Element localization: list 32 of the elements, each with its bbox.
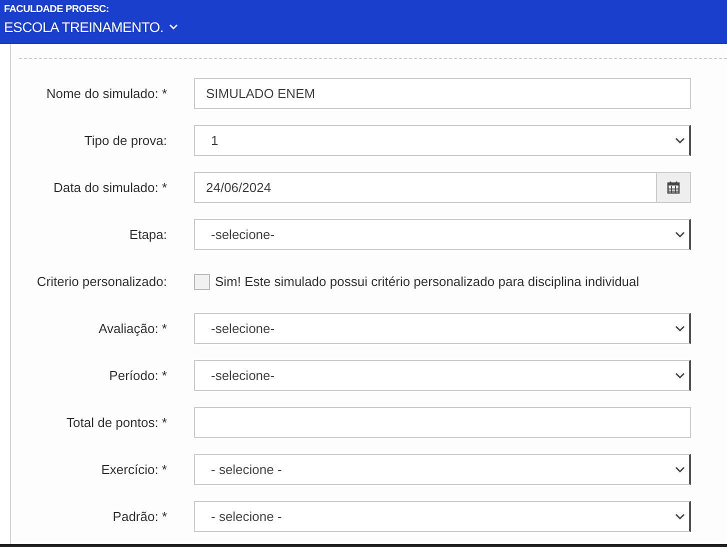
- text-field[interactable]: SIMULADO ENEM: [194, 78, 691, 109]
- select-field[interactable]: -selecione-: [194, 219, 691, 250]
- select-field[interactable]: - selecione -: [194, 501, 691, 532]
- calendar-button[interactable]: [657, 172, 691, 203]
- field-label: Tipo de prova:: [83, 133, 167, 148]
- chevron-icon: [675, 231, 685, 238]
- select-field[interactable]: -selecione-: [194, 313, 691, 344]
- select-field[interactable]: -selecione-: [194, 360, 691, 391]
- checkbox-label: Sim! Este simulado possui critério personalizado para disciplina individual: [215, 274, 640, 289]
- chevron-icon: [675, 466, 685, 473]
- field-label: Total de pontos: *: [66, 415, 167, 430]
- date-field[interactable]: 24/06/2024: [194, 172, 657, 203]
- checkbox[interactable]: [194, 274, 210, 290]
- field-label: Exercício: *: [100, 462, 167, 477]
- select-field[interactable]: - selecione -: [194, 454, 691, 485]
- chevron-icon: [675, 137, 685, 144]
- institution-name: FACULDADE PROESC:: [4, 4, 109, 16]
- text-field[interactable]: [194, 407, 691, 438]
- chevron-icon: [675, 325, 685, 332]
- field-label: Data do simulado: *: [52, 180, 167, 195]
- field-label: Avaliação: *: [98, 321, 167, 336]
- field-label: Etapa:: [128, 227, 167, 242]
- select-field[interactable]: 1: [194, 125, 691, 156]
- field-label: Nome do simulado: *: [45, 86, 167, 101]
- field-label: Padrão: *: [112, 509, 167, 524]
- chevron-icon: [675, 513, 685, 520]
- school-selector[interactable]: ESCOLA TREINAMENTO.: [4, 19, 178, 35]
- field-label: Criterio personalizado:: [36, 274, 167, 289]
- field-label: Período: *: [108, 368, 167, 383]
- calendar-icon: [667, 181, 680, 194]
- caret-icon: [168, 24, 178, 30]
- chevron-icon: [675, 372, 685, 379]
